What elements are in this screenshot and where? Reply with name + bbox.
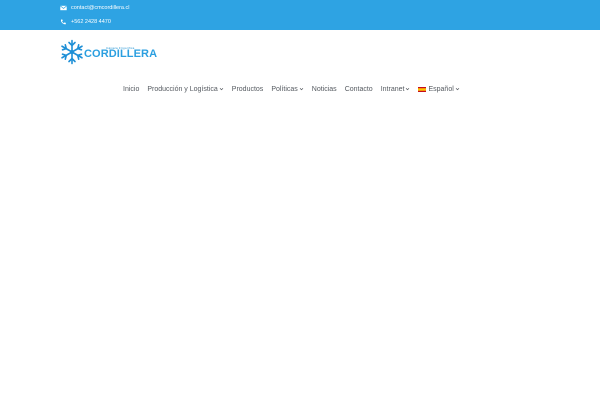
nav-item-label: Intranet — [380, 85, 405, 93]
phone-icon — [60, 19, 67, 25]
spain-flag-icon — [418, 86, 427, 92]
envelope-icon — [60, 5, 67, 11]
contact-email[interactable]: contact@cmcordillera.cl — [60, 4, 129, 12]
nav-item-label: Español — [428, 85, 454, 93]
nav-item-language[interactable]: Español — [418, 85, 460, 93]
chevron-down-icon — [405, 87, 410, 91]
contact-email-text[interactable]: contact@cmcordillera.cl — [71, 4, 129, 12]
nav-item-productos[interactable]: Productos — [232, 86, 264, 93]
nav-item-label: Políticas — [271, 85, 298, 93]
nav-item-label: Productos — [231, 85, 264, 93]
chevron-down-icon — [299, 87, 304, 91]
top-contact-bar: contact@cmcordillera.cl +562 2428 4470 — [0, 0, 600, 30]
main-navigation: Inicio Producción y Logística Productos … — [123, 83, 468, 95]
nav-item-politicas[interactable]: Políticas — [271, 85, 304, 93]
nav-item-contacto[interactable]: Contacto — [345, 86, 373, 93]
logo-name: CORDILLERA — [84, 48, 158, 60]
chevron-down-icon — [455, 87, 460, 91]
nav-item-label: Noticias — [311, 85, 337, 93]
chevron-down-icon — [219, 87, 224, 91]
logo-wordmark: Cámara Frigorífica CORDILLERA — [84, 39, 158, 65]
nav-item-label: Contacto — [344, 85, 373, 93]
nav-item-intranet[interactable]: Intranet — [381, 86, 411, 93]
site-logo[interactable]: Cámara Frigorífica CORDILLERA — [59, 38, 158, 66]
nav-item-noticias[interactable]: Noticias — [312, 86, 337, 93]
contact-phone-text[interactable]: +562 2428 4470 — [71, 18, 111, 26]
nav-item-label: Inicio — [123, 85, 140, 93]
snowflake-icon — [59, 39, 85, 65]
nav-item-label: Producción y Logística — [147, 85, 218, 93]
nav-item-produccion-logistica[interactable]: Producción y Logística — [147, 85, 224, 93]
contact-phone[interactable]: +562 2428 4470 — [60, 18, 111, 26]
nav-item-inicio[interactable]: Inicio — [123, 86, 139, 93]
